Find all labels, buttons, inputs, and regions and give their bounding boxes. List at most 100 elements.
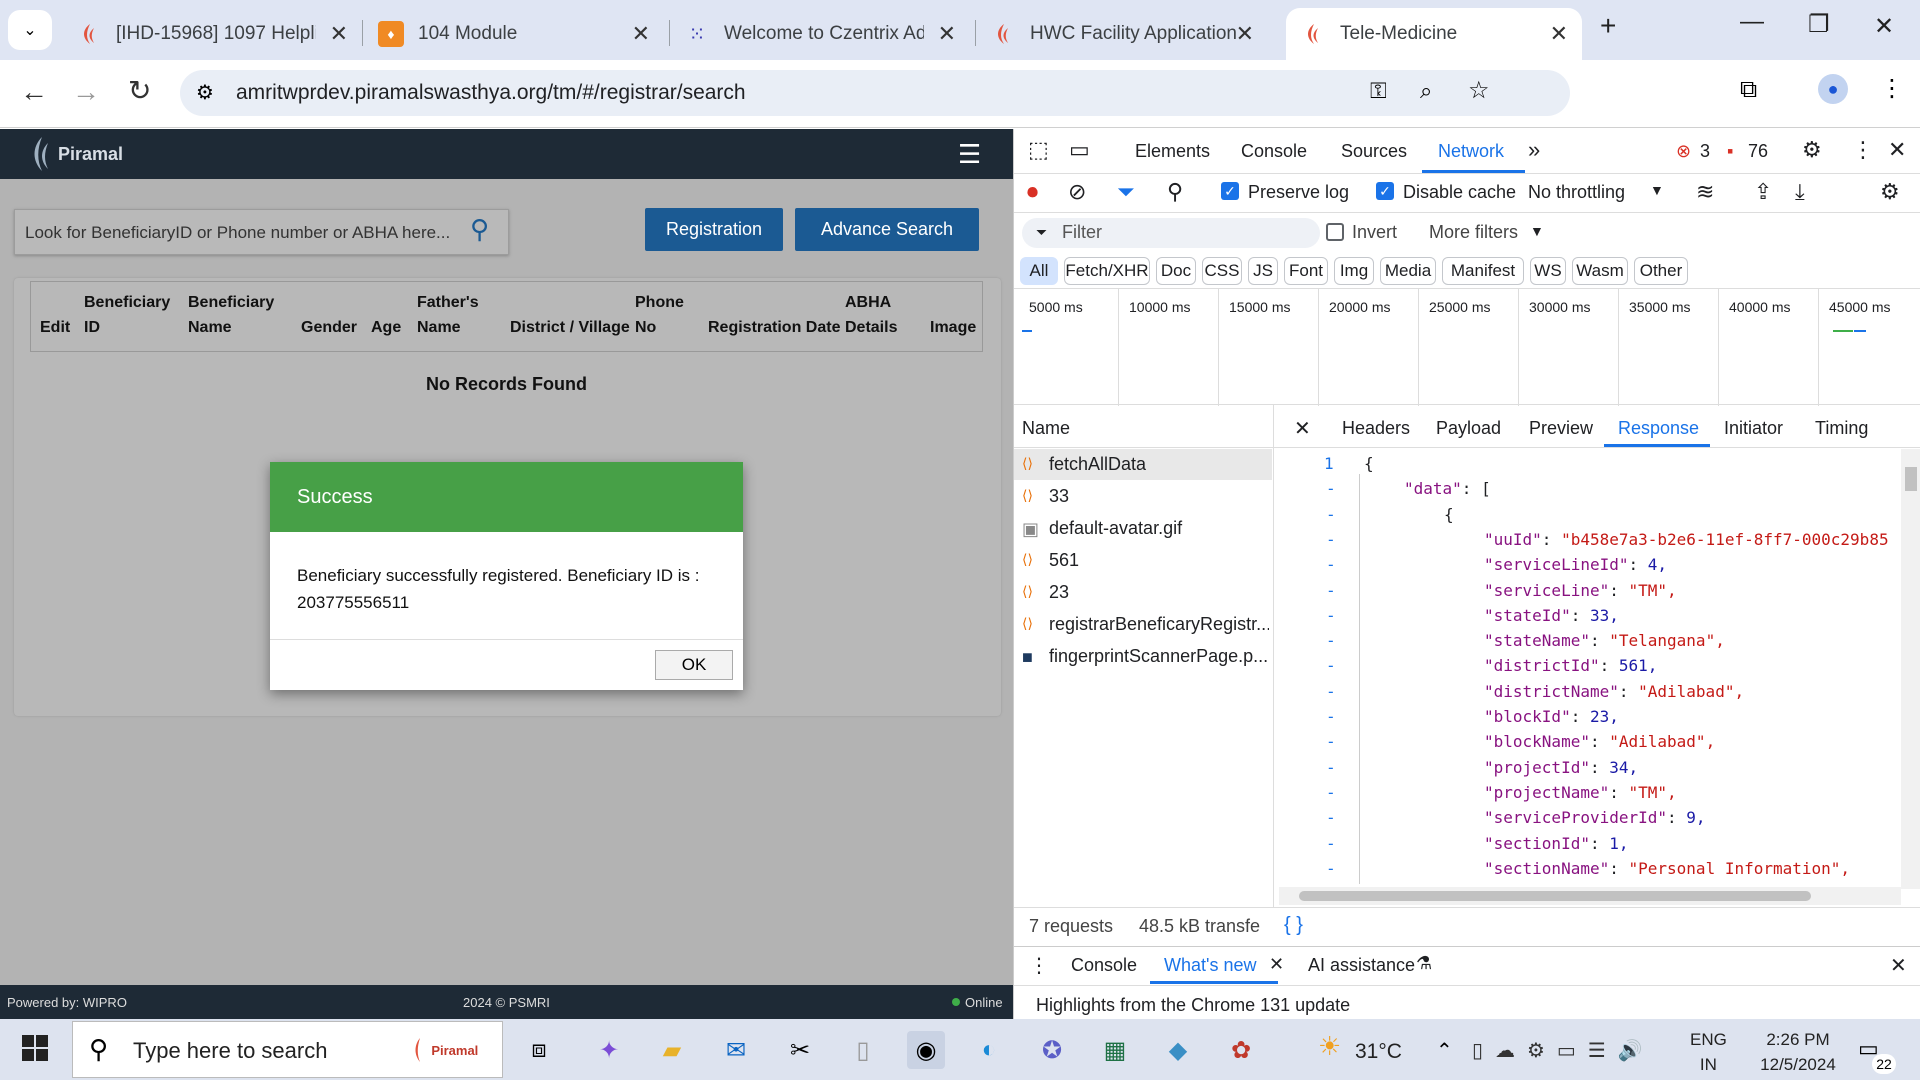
close-icon[interactable]: ✕ xyxy=(1269,954,1284,975)
throttling-select[interactable]: No throttling xyxy=(1528,182,1625,203)
export-har-icon[interactable]: ⤓ xyxy=(1795,179,1805,205)
close-icon[interactable]: ✕ xyxy=(632,21,650,47)
close-drawer-icon[interactable]: ✕ xyxy=(1890,953,1907,978)
tray-chevron-icon[interactable]: ⌃ xyxy=(1436,1038,1453,1063)
invert-checkbox[interactable] xyxy=(1326,223,1344,241)
disable-cache-checkbox[interactable]: ✓ xyxy=(1376,182,1394,200)
close-devtools-icon[interactable]: ✕ xyxy=(1888,137,1906,163)
clock[interactable]: 2:26 PM 12/5/2024 xyxy=(1752,1027,1844,1077)
key-icon[interactable]: ⚿ xyxy=(1370,78,1387,104)
advance-search-button[interactable]: Advance Search xyxy=(795,208,979,251)
browser-tab[interactable]: HWC Facility Application ✕ xyxy=(976,8,1268,60)
record-icon[interactable]: ⏺ xyxy=(1027,179,1038,205)
tab-console[interactable]: Console xyxy=(1241,141,1307,162)
detail-tab-preview[interactable]: Preview xyxy=(1529,418,1593,439)
browser-tab[interactable]: ⁙ Welcome to Czentrix Admin ✕ xyxy=(670,8,970,60)
menu-icon[interactable]: ⋮ xyxy=(1880,74,1904,103)
registration-button[interactable]: Registration xyxy=(645,208,783,251)
chrome-icon[interactable]: ◉ xyxy=(907,1031,945,1069)
pretty-print-icon[interactable]: { } xyxy=(1284,914,1303,937)
task-view-icon[interactable]: ⧈ xyxy=(520,1031,558,1069)
tab-sources[interactable]: Sources xyxy=(1341,141,1407,162)
type-filter-manifest[interactable]: Manifest xyxy=(1442,257,1524,285)
type-filter-wasm[interactable]: Wasm xyxy=(1572,257,1628,285)
tab-search-button[interactable]: ⌄ xyxy=(8,10,52,50)
clear-icon[interactable]: ⊘ xyxy=(1068,179,1086,205)
request-row[interactable]: ⟨⟩ 561 xyxy=(1014,545,1272,576)
detail-tab-response[interactable]: Response xyxy=(1618,418,1699,439)
tab-elements[interactable]: Elements xyxy=(1135,141,1210,162)
drawer-tab-whats-new[interactable]: What's new xyxy=(1164,955,1256,976)
profile-avatar[interactable]: ● xyxy=(1818,74,1848,104)
windows-start-icon[interactable] xyxy=(22,1035,48,1066)
import-har-icon[interactable]: ⇪ xyxy=(1754,179,1772,205)
close-icon[interactable]: ✕ xyxy=(1236,21,1254,47)
type-filter-js[interactable]: JS xyxy=(1248,257,1278,285)
weather-temp[interactable]: 31°C xyxy=(1355,1040,1402,1064)
settings-icon[interactable]: ⚙ xyxy=(1802,137,1822,163)
network-settings-icon[interactable]: ⚙ xyxy=(1880,179,1900,205)
request-row[interactable]: ■ fingerprintScannerPage.p... xyxy=(1014,641,1272,672)
inspect-icon[interactable]: ⬚ xyxy=(1028,137,1049,163)
request-row[interactable]: ⟨⟩ registrarBeneficaryRegistr... xyxy=(1014,609,1272,640)
close-detail-icon[interactable]: ✕ xyxy=(1294,416,1311,441)
type-filter-all[interactable]: All xyxy=(1020,257,1058,285)
teams-icon[interactable]: ✪ xyxy=(1033,1031,1071,1069)
ok-button[interactable]: OK xyxy=(655,650,733,680)
hamburger-icon[interactable]: ☰ xyxy=(958,139,981,170)
edge-icon[interactable]: ◐ xyxy=(970,1031,1008,1069)
star-icon[interactable]: ☆ xyxy=(1468,76,1490,105)
request-row[interactable]: ▣ default-avatar.gif xyxy=(1014,513,1272,544)
tray-icons[interactable]: ▯☁⚙▭☰🔊 xyxy=(1472,1038,1655,1063)
vertical-scrollbar[interactable] xyxy=(1901,449,1920,889)
type-filter-font[interactable]: Font xyxy=(1284,257,1328,285)
warning-icon[interactable]: ▪ xyxy=(1727,141,1733,162)
notepad-icon[interactable]: ▯ xyxy=(844,1031,882,1069)
beneficiary-search-input[interactable]: Look for BeneficiaryID or Phone number o… xyxy=(14,209,509,255)
filter-funnel-icon[interactable]: ⏷ xyxy=(1117,179,1135,205)
preserve-log-checkbox[interactable]: ✓ xyxy=(1221,182,1239,200)
excel-icon[interactable]: ▦ xyxy=(1096,1031,1134,1069)
app-icon[interactable]: ◆ xyxy=(1159,1031,1197,1069)
drawer-menu-icon[interactable]: ⋮ xyxy=(1029,953,1049,978)
more-filters-button[interactable]: More filters xyxy=(1429,222,1518,243)
reload-icon[interactable]: ↻ xyxy=(128,74,151,107)
file-explorer-icon[interactable]: ▰ xyxy=(653,1031,691,1069)
type-filter-doc[interactable]: Doc xyxy=(1156,257,1196,285)
type-filter-other[interactable]: Other xyxy=(1634,257,1688,285)
caret-down-icon[interactable]: ▼ xyxy=(1650,182,1664,198)
request-row[interactable]: ⟨⟩ 33 xyxy=(1014,481,1272,512)
type-filter-media[interactable]: Media xyxy=(1380,257,1436,285)
close-icon[interactable]: ✕ xyxy=(1550,21,1568,47)
restore-icon[interactable]: ❐ xyxy=(1808,10,1830,39)
extensions-icon[interactable]: ⧉ xyxy=(1740,76,1757,104)
request-row[interactable]: ⟨⟩ fetchAllData xyxy=(1014,449,1272,480)
more-tabs-icon[interactable]: » xyxy=(1528,137,1540,163)
close-icon[interactable]: ✕ xyxy=(938,21,956,47)
detail-tab-headers[interactable]: Headers xyxy=(1342,418,1410,439)
type-filter-css[interactable]: CSS xyxy=(1202,257,1242,285)
site-info-icon[interactable]: ⚙ xyxy=(196,80,214,105)
browser-tab[interactable]: [IHD-15968] 1097 Helpline ✕ xyxy=(62,8,362,60)
type-filter-ws[interactable]: WS xyxy=(1530,257,1566,285)
forward-icon[interactable]: → xyxy=(72,76,100,108)
type-filter-fetch-xhr[interactable]: Fetch/XHR xyxy=(1064,257,1150,285)
detail-tab-payload[interactable]: Payload xyxy=(1436,418,1501,439)
detail-tab-initiator[interactable]: Initiator xyxy=(1724,418,1783,439)
taskbar-search[interactable]: ⚲ Type here to search Piramal xyxy=(72,1021,503,1078)
browser-tab-active[interactable]: Tele-Medicine ✕ xyxy=(1286,8,1582,60)
kebab-icon[interactable]: ⋮ xyxy=(1852,137,1874,163)
search-icon[interactable]: ⚲ xyxy=(470,214,489,245)
back-icon[interactable]: ← xyxy=(20,76,48,108)
zoom-icon[interactable]: ⌕ xyxy=(1420,78,1432,104)
new-tab-icon[interactable]: + xyxy=(1600,10,1616,42)
horizontal-scrollbar[interactable] xyxy=(1279,887,1901,905)
minimize-icon[interactable]: — xyxy=(1740,8,1764,36)
drawer-tab-console[interactable]: Console xyxy=(1071,955,1137,976)
search-icon[interactable]: ⚲ xyxy=(1167,179,1183,205)
detail-tab-timing[interactable]: Timing xyxy=(1815,418,1868,439)
omnibox[interactable]: ⚙ amritwprdev.piramalswasthya.org/tm/#/r… xyxy=(180,70,1570,116)
device-toolbar-icon[interactable]: ▭ xyxy=(1069,137,1090,163)
drawer-tab-ai-assistance[interactable]: AI assistance xyxy=(1308,955,1415,976)
filter-input[interactable]: ⏷ Filter xyxy=(1022,218,1320,248)
